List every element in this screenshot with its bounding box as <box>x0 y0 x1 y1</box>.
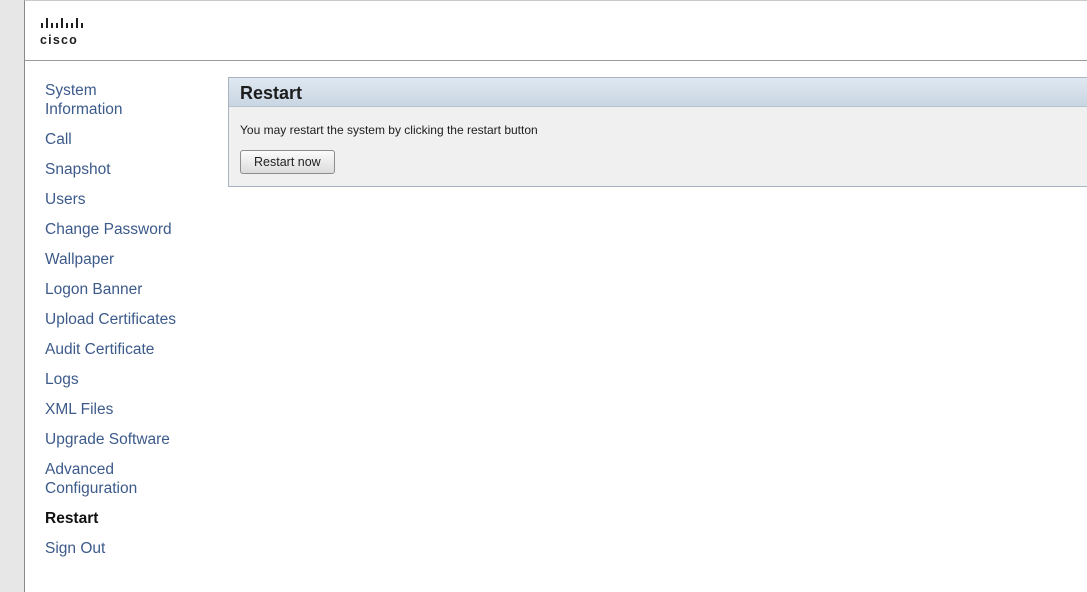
restart-now-button[interactable]: Restart now <box>240 150 335 174</box>
sidebar-item-snapshot[interactable]: Snapshot <box>45 160 165 179</box>
logo-text: cisco <box>40 33 78 47</box>
sidebar-item-logon-banner[interactable]: Logon Banner <box>45 280 165 299</box>
sidebar-item-logs[interactable]: Logs <box>45 370 165 389</box>
restart-message: You may restart the system by clicking t… <box>240 123 538 137</box>
sidebar-item-upgrade-software[interactable]: Upgrade Software <box>45 430 220 449</box>
sidebar-item-users[interactable]: Users <box>45 190 165 209</box>
sidebar-item-system-information[interactable]: System Information <box>45 81 165 119</box>
cisco-logo: cisco <box>40 15 100 51</box>
sidebar-item-restart[interactable]: Restart <box>45 509 165 528</box>
sidebar-item-change-password[interactable]: Change Password <box>45 220 220 239</box>
sidebar-item-call[interactable]: Call <box>45 130 165 149</box>
sidebar: System Information Call Snapshot Users C… <box>45 81 215 569</box>
sidebar-item-wallpaper[interactable]: Wallpaper <box>45 250 165 269</box>
sidebar-item-advanced-configuration[interactable]: Advanced Configuration <box>45 460 165 498</box>
cisco-bridge-icon <box>41 18 83 28</box>
sidebar-item-xml-files[interactable]: XML Files <box>45 400 165 419</box>
sidebar-item-upload-certificates[interactable]: Upload Certificates <box>45 310 220 329</box>
app-window: cisco System Information Call Snapshot U… <box>24 0 1087 592</box>
sidebar-item-audit-certificate[interactable]: Audit Certificate <box>45 340 220 359</box>
panel-title: Restart <box>229 78 1087 107</box>
sidebar-item-sign-out[interactable]: Sign Out <box>45 539 165 558</box>
header: cisco <box>25 1 1087 61</box>
restart-panel: Restart You may restart the system by cl… <box>228 77 1087 187</box>
